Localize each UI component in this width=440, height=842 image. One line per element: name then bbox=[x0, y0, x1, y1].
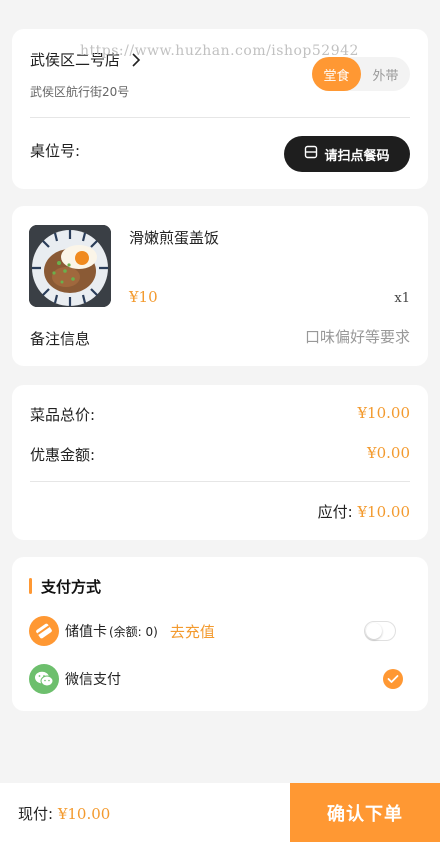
scan-code-button[interactable]: 请扫点餐码 bbox=[284, 136, 410, 172]
toggle-knob bbox=[366, 623, 382, 639]
card-icon bbox=[29, 616, 59, 646]
payable-label: 应付: bbox=[317, 503, 353, 521]
cash-payment: 现付: ¥10.00 bbox=[18, 803, 110, 824]
dining-mode-toggle: 堂食 外带 bbox=[312, 57, 410, 91]
check-icon bbox=[387, 675, 399, 683]
payment-card: 支付方式 储值卡 (余额: 0) 去充值 微信支付 bbox=[12, 557, 428, 711]
mode-dine-in-button[interactable]: 堂食 bbox=[312, 57, 361, 91]
checkout-bar: 现付: ¥10.00 确认下单 bbox=[0, 783, 440, 842]
mode-takeaway-button[interactable]: 外带 bbox=[361, 57, 410, 91]
stored-card-label: 储值卡 bbox=[65, 624, 107, 640]
payment-method-wechat[interactable]: 微信支付 bbox=[29, 664, 411, 694]
divider bbox=[30, 481, 410, 482]
recharge-link[interactable]: 去充值 bbox=[170, 621, 215, 642]
food-quantity: x1 bbox=[394, 291, 410, 306]
table-number-label: 桌位号: bbox=[30, 142, 81, 160]
totals-card: 菜品总价: ¥10.00 优惠金额: ¥0.00 应付: ¥10.00 bbox=[12, 385, 428, 540]
discount-label: 优惠金额: bbox=[30, 446, 96, 464]
stored-card-balance: (余额: 0) bbox=[109, 624, 158, 639]
store-card: 武侯区二号店 https://www.huzhan.com/ishop52942… bbox=[12, 29, 428, 189]
food-image bbox=[29, 225, 111, 307]
food-name: 滑嫩煎蛋盖饭 bbox=[129, 229, 220, 247]
payment-title: 支付方式 bbox=[41, 578, 102, 596]
divider bbox=[30, 117, 410, 118]
payment-method-stored-card[interactable]: 储值卡 (余额: 0) 去充值 bbox=[29, 616, 411, 646]
subtotal-value: ¥10.00 bbox=[357, 404, 411, 422]
stored-card-toggle[interactable] bbox=[364, 621, 396, 641]
note-label: 备注信息 bbox=[30, 330, 91, 348]
confirm-order-button[interactable]: 确认下单 bbox=[290, 783, 440, 842]
title-accent-bar bbox=[29, 578, 32, 594]
scan-code-label: 请扫点餐码 bbox=[324, 148, 390, 164]
scan-icon bbox=[304, 145, 318, 163]
wechat-selected-check[interactable] bbox=[383, 669, 403, 689]
note-input[interactable] bbox=[210, 326, 410, 348]
wechat-icon bbox=[29, 664, 59, 694]
watermark: https://www.huzhan.com/ishop52942 bbox=[80, 43, 359, 59]
cash-label: 现付: bbox=[18, 805, 54, 823]
cash-value: ¥10.00 bbox=[57, 805, 111, 823]
order-item-card: 滑嫩煎蛋盖饭 ¥10 x1 备注信息 bbox=[12, 206, 428, 366]
subtotal-label: 菜品总价: bbox=[30, 406, 96, 424]
discount-value: ¥0.00 bbox=[367, 444, 410, 462]
payable-value: ¥10.00 bbox=[357, 503, 411, 521]
food-price: ¥10 bbox=[129, 288, 158, 306]
payable-total: 应付: ¥10.00 bbox=[318, 501, 410, 522]
wechat-pay-label: 微信支付 bbox=[65, 672, 121, 688]
store-address: 武侯区航行街20号 bbox=[30, 85, 130, 99]
